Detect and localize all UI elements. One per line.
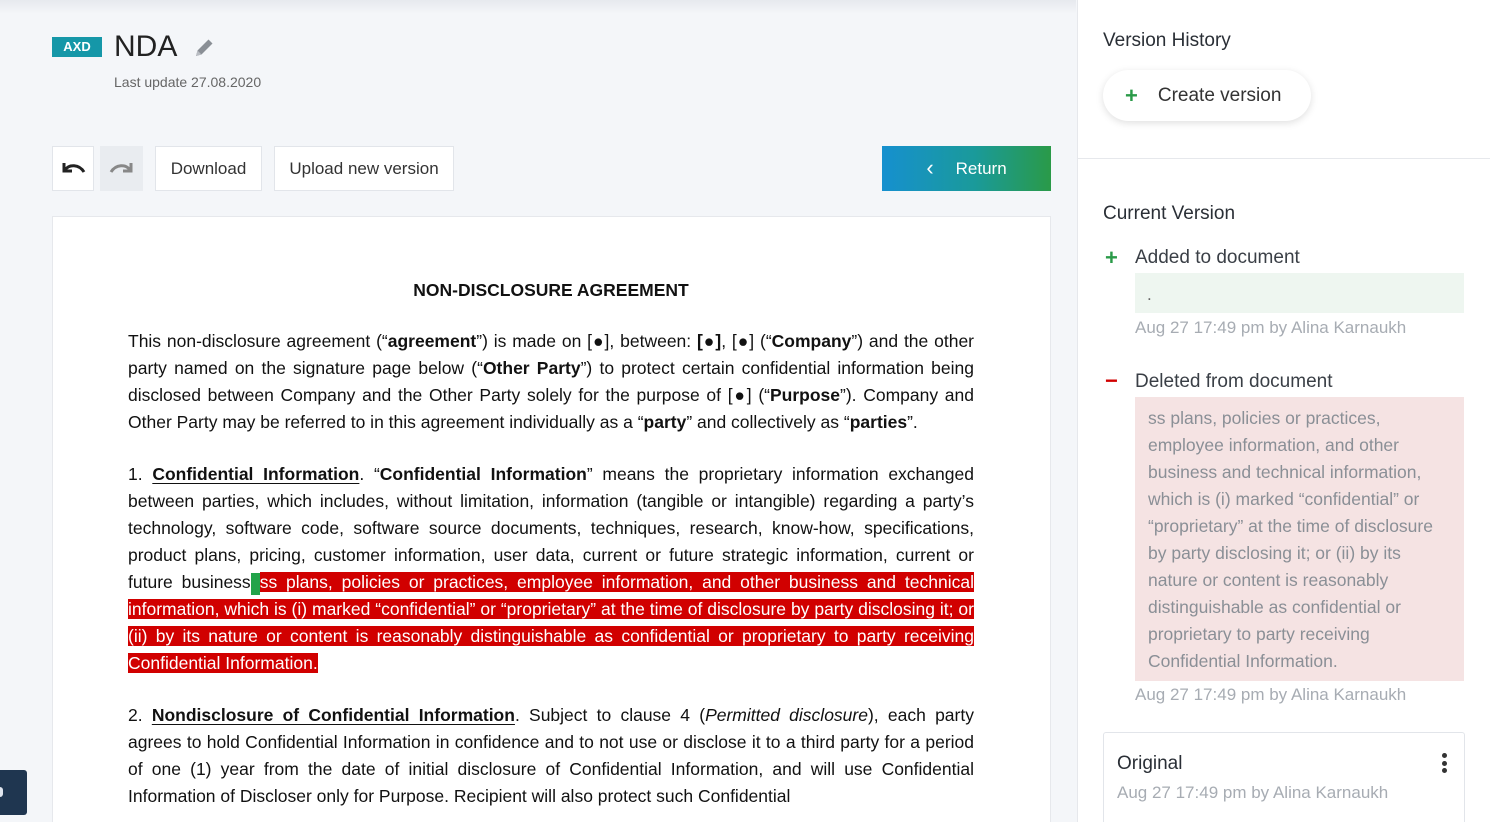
added-label: Added to document xyxy=(1135,247,1300,268)
return-label: Return xyxy=(955,158,1007,178)
original-version-card[interactable]: Original Aug 27 17:49 pm by Alina Karnau… xyxy=(1103,732,1465,822)
project-badge: AXD xyxy=(52,37,102,57)
plus-icon: + xyxy=(1125,82,1138,108)
deleted-text-box: ss plans, policies or practices, employe… xyxy=(1135,397,1464,681)
return-button[interactable]: ‹ Return xyxy=(882,146,1051,191)
chevron-left-icon: ‹ xyxy=(926,154,934,180)
plus-icon: + xyxy=(1105,245,1118,270)
paragraph-nondisclosure: 2. Nondisclosure of Confidential Informa… xyxy=(128,705,974,806)
paragraph-intro: This non-disclosure agreement (“agreemen… xyxy=(128,331,975,432)
version-history-title: Version History xyxy=(1103,30,1231,51)
upload-new-version-button[interactable]: Upload new version xyxy=(274,146,454,191)
undo-button[interactable] xyxy=(52,146,94,191)
create-version-button[interactable]: + Create version xyxy=(1103,70,1311,121)
side-drawer-handle[interactable] xyxy=(0,770,27,815)
document-page[interactable]: NON-DISCLOSURE AGREEMENT This non-disclo… xyxy=(52,216,1051,822)
paragraph-confidential-information: 1. Confidential Information. “Confidenti… xyxy=(128,464,974,673)
last-update: Last update 27.08.2020 xyxy=(114,74,262,90)
download-button[interactable]: Download xyxy=(155,146,262,191)
version-history-panel: Version History + Create version Current… xyxy=(1077,0,1490,822)
document-heading: NON-DISCLOSURE AGREEMENT xyxy=(413,280,689,300)
create-version-label: Create version xyxy=(1157,84,1282,106)
document-title: NDA xyxy=(114,30,178,63)
original-title: Original xyxy=(1117,753,1183,774)
deleted-label: Deleted from document xyxy=(1135,371,1333,392)
divider xyxy=(1078,158,1490,159)
undo-icon xyxy=(62,162,86,173)
current-version-title: Current Version xyxy=(1103,203,1236,224)
added-text-box: . xyxy=(1135,273,1464,313)
top-shadow xyxy=(0,0,1076,14)
redo-button[interactable] xyxy=(100,146,143,191)
added-meta: Aug 27 17:49 pm by Alina Karnaukh xyxy=(1135,318,1407,337)
document-workspace: AXD NDA Last update 27.08.2020 Download … xyxy=(0,0,1076,822)
original-meta: Aug 27 17:49 pm by Alina Karnaukh xyxy=(1117,783,1389,802)
minus-icon: − xyxy=(1105,368,1118,393)
deleted-meta: Aug 27 17:49 pm by Alina Karnaukh xyxy=(1135,685,1407,704)
pencil-icon[interactable] xyxy=(190,34,218,62)
redo-icon xyxy=(109,162,132,173)
added-text-marker: . xyxy=(250,573,260,595)
kebab-menu-icon[interactable] xyxy=(1442,753,1448,773)
document-body: NON-DISCLOSURE AGREEMENT This non-disclo… xyxy=(128,277,974,822)
